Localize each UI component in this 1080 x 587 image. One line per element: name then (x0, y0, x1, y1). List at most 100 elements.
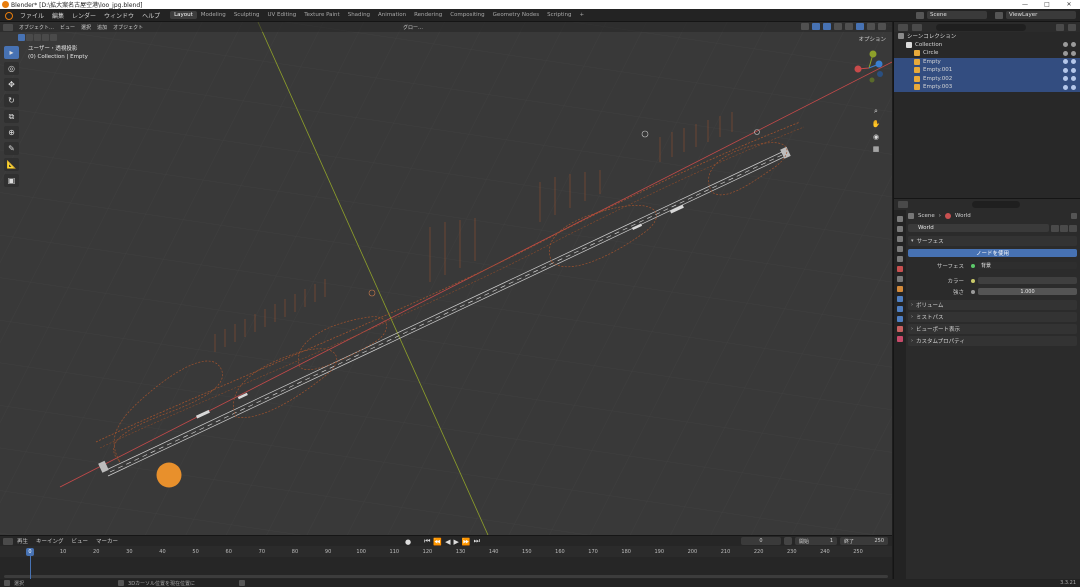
select-extend-icon[interactable] (26, 34, 33, 41)
select-invert-icon[interactable] (42, 34, 49, 41)
eye-icon[interactable] (1063, 59, 1068, 65)
render-tab-icon[interactable] (897, 226, 903, 232)
menu-window[interactable]: ウィンドウ (100, 11, 138, 20)
eye-icon[interactable] (1063, 50, 1068, 56)
timeline-editor-icon[interactable] (3, 537, 13, 545)
select-box-tool-icon[interactable]: ▸ (4, 46, 19, 59)
pin-icon[interactable] (1071, 213, 1077, 219)
menu-view[interactable]: ビュー (57, 24, 78, 31)
visibility-icon[interactable] (801, 23, 809, 30)
current-frame-field[interactable]: 0 (741, 537, 781, 545)
properties-search-input[interactable] (972, 201, 1020, 208)
camera-render-icon[interactable] (1071, 67, 1076, 73)
tab-geometry-nodes[interactable]: Geometry Nodes (489, 11, 543, 19)
tool-tab-icon[interactable] (897, 216, 903, 222)
menu-keying[interactable]: キーイング (32, 537, 68, 545)
tab-animation[interactable]: Animation (374, 11, 410, 19)
world-name-field[interactable]: World (908, 224, 1049, 232)
camera-render-icon[interactable] (1071, 59, 1076, 65)
view-layer-field[interactable]: ViewLayer (1006, 11, 1076, 19)
select-new-icon[interactable] (18, 34, 25, 41)
camera-render-icon[interactable] (1071, 42, 1076, 48)
strength-field[interactable]: 1.000 (978, 288, 1077, 295)
world-tab-icon[interactable] (897, 266, 903, 272)
outliner-row[interactable]: Empty.002 (894, 74, 1080, 83)
output-tab-icon[interactable] (897, 236, 903, 242)
timeline-scrollbar[interactable] (4, 575, 888, 578)
eye-icon[interactable] (1063, 76, 1068, 82)
collapsed-panel-header[interactable]: › ミストパス (908, 312, 1077, 322)
shading-solid-icon[interactable] (856, 23, 864, 30)
shading-rendered-icon[interactable] (878, 23, 886, 30)
record-icon[interactable]: ● (405, 538, 411, 546)
jump-key-back-icon[interactable]: ⏪ (433, 538, 442, 546)
scale-tool-icon[interactable]: ⧉ (4, 110, 19, 123)
eye-icon[interactable] (1063, 84, 1068, 90)
camera-render-icon[interactable] (1071, 50, 1076, 56)
scene-tab-icon[interactable] (897, 256, 903, 262)
collapsed-panel-header[interactable]: › カスタムプロパティ (908, 336, 1077, 346)
constraints-tab-icon[interactable] (897, 316, 903, 322)
menu-timeline-view[interactable]: ビュー (68, 537, 93, 545)
jump-start-icon[interactable]: ⏮ (424, 537, 430, 546)
minimize-button[interactable]: — (1014, 1, 1036, 8)
unlink-world-icon[interactable] (1069, 224, 1077, 232)
add-workspace-button[interactable]: + (576, 11, 589, 19)
properties-editor-icon[interactable] (898, 201, 908, 208)
filter-icon[interactable] (1056, 23, 1064, 31)
outliner-row[interactable]: Empty (894, 57, 1080, 66)
use-nodes-button[interactable]: ノードを使用 (908, 249, 1077, 257)
menu-help[interactable]: ヘルプ (138, 11, 164, 20)
tab-sculpting[interactable]: Sculpting (230, 11, 264, 19)
editor-type-icon[interactable] (3, 23, 13, 31)
outliner-search-input[interactable] (936, 23, 1026, 31)
transform-tool-icon[interactable]: ⊕ (4, 126, 19, 139)
view-layer-tab-icon[interactable] (897, 246, 903, 252)
color-swatch[interactable] (978, 277, 1077, 284)
object-tab-icon[interactable] (897, 286, 903, 292)
physics-tab-icon[interactable] (897, 306, 903, 312)
shading-material-icon[interactable] (867, 23, 875, 30)
camera-render-icon[interactable] (1071, 76, 1076, 82)
collapsed-panel-header[interactable]: › ビューポート表示 (908, 324, 1077, 334)
new-collection-icon[interactable] (1068, 23, 1076, 31)
play-icon[interactable]: ▶ (454, 538, 459, 546)
transform-orientation[interactable]: グロー… (400, 24, 426, 31)
tab-uv-editing[interactable]: UV Editing (264, 11, 301, 19)
menu-marker[interactable]: マーカー (92, 537, 122, 545)
duplicate-world-icon[interactable] (1060, 224, 1068, 232)
outliner-row[interactable]: Empty.003 (894, 83, 1080, 92)
tab-compositing[interactable]: Compositing (446, 11, 488, 19)
camera-view-icon[interactable]: ◉ (871, 132, 881, 142)
select-subtract-icon[interactable] (34, 34, 41, 41)
viewport-scene[interactable] (0, 22, 892, 535)
tab-shading[interactable]: Shading (344, 11, 374, 19)
surface-shader-selector[interactable]: 背景 (978, 262, 1077, 269)
outliner-display-mode-icon[interactable] (912, 23, 922, 31)
menu-object[interactable]: オブジェクト (110, 24, 146, 31)
menu-select[interactable]: 選択 (78, 24, 94, 31)
surface-panel-header[interactable]: ▾ サーフェス (908, 236, 1077, 246)
data-tab-icon[interactable] (897, 326, 903, 332)
cursor-tool-icon[interactable]: ◎ (4, 62, 19, 75)
tab-texture-paint[interactable]: Texture Paint (300, 11, 344, 19)
jump-end-icon[interactable]: ⏭ (474, 537, 480, 546)
eye-icon[interactable] (1063, 42, 1068, 48)
navigation-gizmo[interactable]: ⌕ ✋ ◉ ▦ (852, 48, 886, 153)
viewport-options-menu[interactable]: オプション (858, 35, 886, 43)
outliner-row[interactable]: Circle (894, 49, 1080, 58)
tab-modeling[interactable]: Modeling (197, 11, 230, 19)
move-tool-icon[interactable]: ✥ (4, 78, 19, 91)
annotate-tool-icon[interactable]: ✎ (4, 142, 19, 155)
mode-selector[interactable]: オブジェクト… (16, 24, 57, 31)
shading-wireframe-icon[interactable] (845, 23, 853, 30)
pan-hand-icon[interactable]: ✋ (871, 119, 881, 129)
jump-key-forward-icon[interactable]: ⏩ (462, 538, 471, 546)
maximize-button[interactable]: □ (1036, 1, 1058, 8)
xray-toggle-icon[interactable] (834, 23, 842, 30)
collapsed-panel-header[interactable]: › ボリューム (908, 300, 1077, 310)
scene-field[interactable]: Scene (927, 11, 987, 19)
tab-scripting[interactable]: Scripting (543, 11, 575, 19)
close-button[interactable]: ✕ (1058, 1, 1080, 8)
menu-playback[interactable]: 再生 (13, 537, 32, 545)
